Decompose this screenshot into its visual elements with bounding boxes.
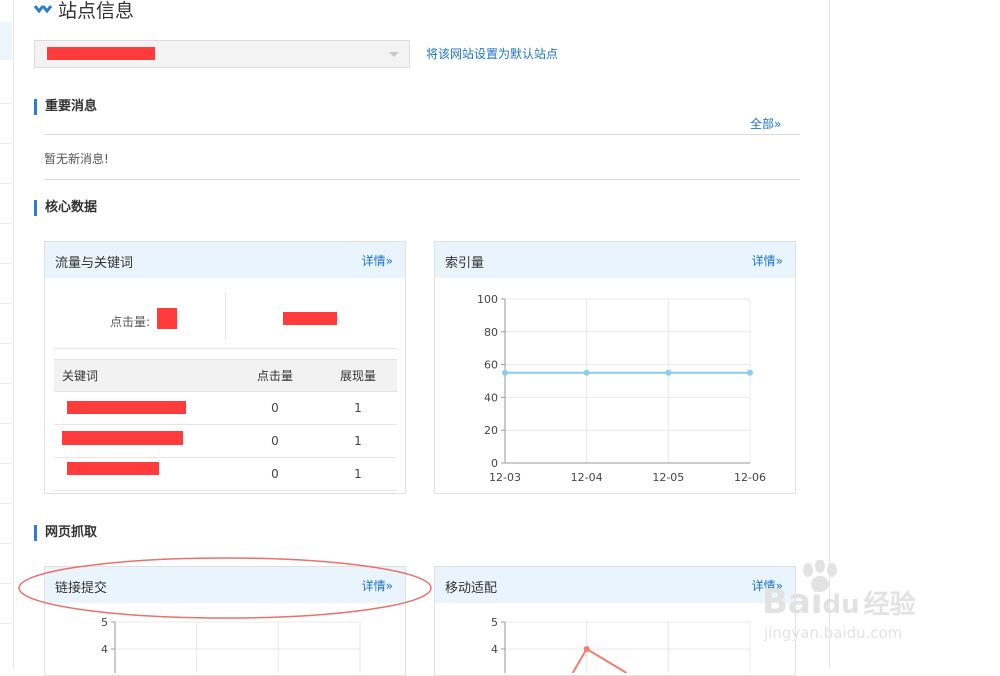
redacted-keyword [67, 462, 159, 475]
y-tick-label: 100 [477, 293, 498, 306]
data-point [747, 369, 753, 376]
y-tick-label: 5 [491, 616, 498, 629]
sidebar-edge [0, 0, 14, 668]
card-header: 索引量 详情» [435, 242, 795, 278]
y-tick-label: 40 [484, 391, 498, 404]
y-tick-label: 0 [491, 457, 498, 470]
impressions-cell: 1 [319, 424, 397, 458]
y-tick-label: 4 [101, 643, 108, 656]
data-point [665, 369, 672, 376]
table-header-row: 关键词 点击量 展现量 [54, 359, 397, 392]
card-header: 移动适配 详情» [435, 567, 795, 603]
section-title-important-messages: 重要消息 [34, 99, 97, 115]
redacted-site-name [47, 47, 155, 60]
sidebar-selected-item[interactable] [0, 22, 12, 60]
all-messages-link[interactable]: 全部» [750, 115, 781, 132]
redacted-keyword [67, 401, 186, 414]
clicks-stat: 点击量: [45, 292, 225, 340]
redacted-impressions-value [283, 312, 337, 325]
impressions-cell: 1 [319, 391, 397, 425]
x-tick-label: 12-04 [571, 471, 603, 484]
redacted-keyword [62, 431, 183, 445]
divider [44, 179, 800, 180]
y-tick-label: 4 [491, 643, 498, 656]
data-point [583, 646, 590, 652]
col-impressions: 展现量 [319, 359, 397, 392]
data-point [502, 369, 508, 376]
watermark-url: jingyan.baidu.com [764, 624, 903, 642]
traffic-details-link[interactable]: 详情» [362, 252, 393, 269]
section-title-crawl: 网页抓取 [34, 525, 97, 541]
y-tick-label: 60 [484, 359, 498, 372]
site-select[interactable] [34, 40, 410, 68]
annotation-ellipse [18, 557, 432, 619]
clicks-label: 点击量: [110, 315, 151, 329]
x-tick-label: 12-05 [652, 471, 684, 484]
x-tick-label: 12-06 [734, 471, 766, 484]
y-tick-label: 20 [484, 424, 498, 437]
card-title: 索引量 [445, 256, 485, 271]
mobile-adapt-card: 移动适配 详情» 54 [434, 566, 796, 676]
series-line [586, 648, 628, 673]
set-default-site-link[interactable]: 将该网站设置为默认站点 [426, 45, 558, 62]
section-title-core-data: 核心数据 [34, 200, 97, 216]
stat-divider [225, 292, 226, 340]
traffic-keywords-card: 流量与关键词 详情» 点击量: 关键词 点击量 展现量 0 1 0 1 0 1 [44, 241, 406, 494]
x-tick-label: 12-03 [489, 471, 521, 484]
no-messages-text: 暂无新消息! [44, 152, 109, 166]
col-keyword: 关键词 [54, 359, 231, 392]
card-title: 流量与关键词 [55, 256, 134, 271]
baidu-jingyan-watermark: Baidu 经验 jingyan.baidu.com [762, 559, 962, 660]
index-details-link[interactable]: 详情» [752, 252, 783, 269]
index-volume-card: 索引量 详情» 0 20 40 60 80 100 12-03 12-04 12-05 12-06 [434, 241, 796, 494]
card-title: 移动适配 [445, 581, 498, 596]
clicks-cell: 0 [231, 457, 319, 491]
col-clicks: 点击量 [231, 359, 319, 392]
impressions-cell: 1 [319, 457, 397, 491]
page-title: 站点信息 [34, 0, 134, 22]
redacted-clicks-value [157, 308, 177, 329]
double-chevron-down-icon [34, 5, 52, 14]
chevron-down-icon [389, 52, 399, 57]
watermark-brand-du: du [822, 590, 860, 620]
mobile-adapt-chart: 54 [491, 616, 751, 673]
data-point [583, 369, 590, 376]
watermark-text: 经验 [863, 590, 916, 620]
y-tick-label: 80 [484, 326, 498, 339]
series-line [571, 648, 588, 673]
clicks-cell: 0 [231, 424, 319, 458]
divider [44, 134, 800, 135]
index-line-chart: 0 20 40 60 80 100 12-03 12-04 12-05 12-06 [477, 293, 766, 484]
card-header: 流量与关键词 详情» [45, 242, 405, 278]
clicks-cell: 0 [231, 391, 319, 425]
watermark-brand: Bai [762, 582, 823, 622]
divider [53, 348, 398, 349]
